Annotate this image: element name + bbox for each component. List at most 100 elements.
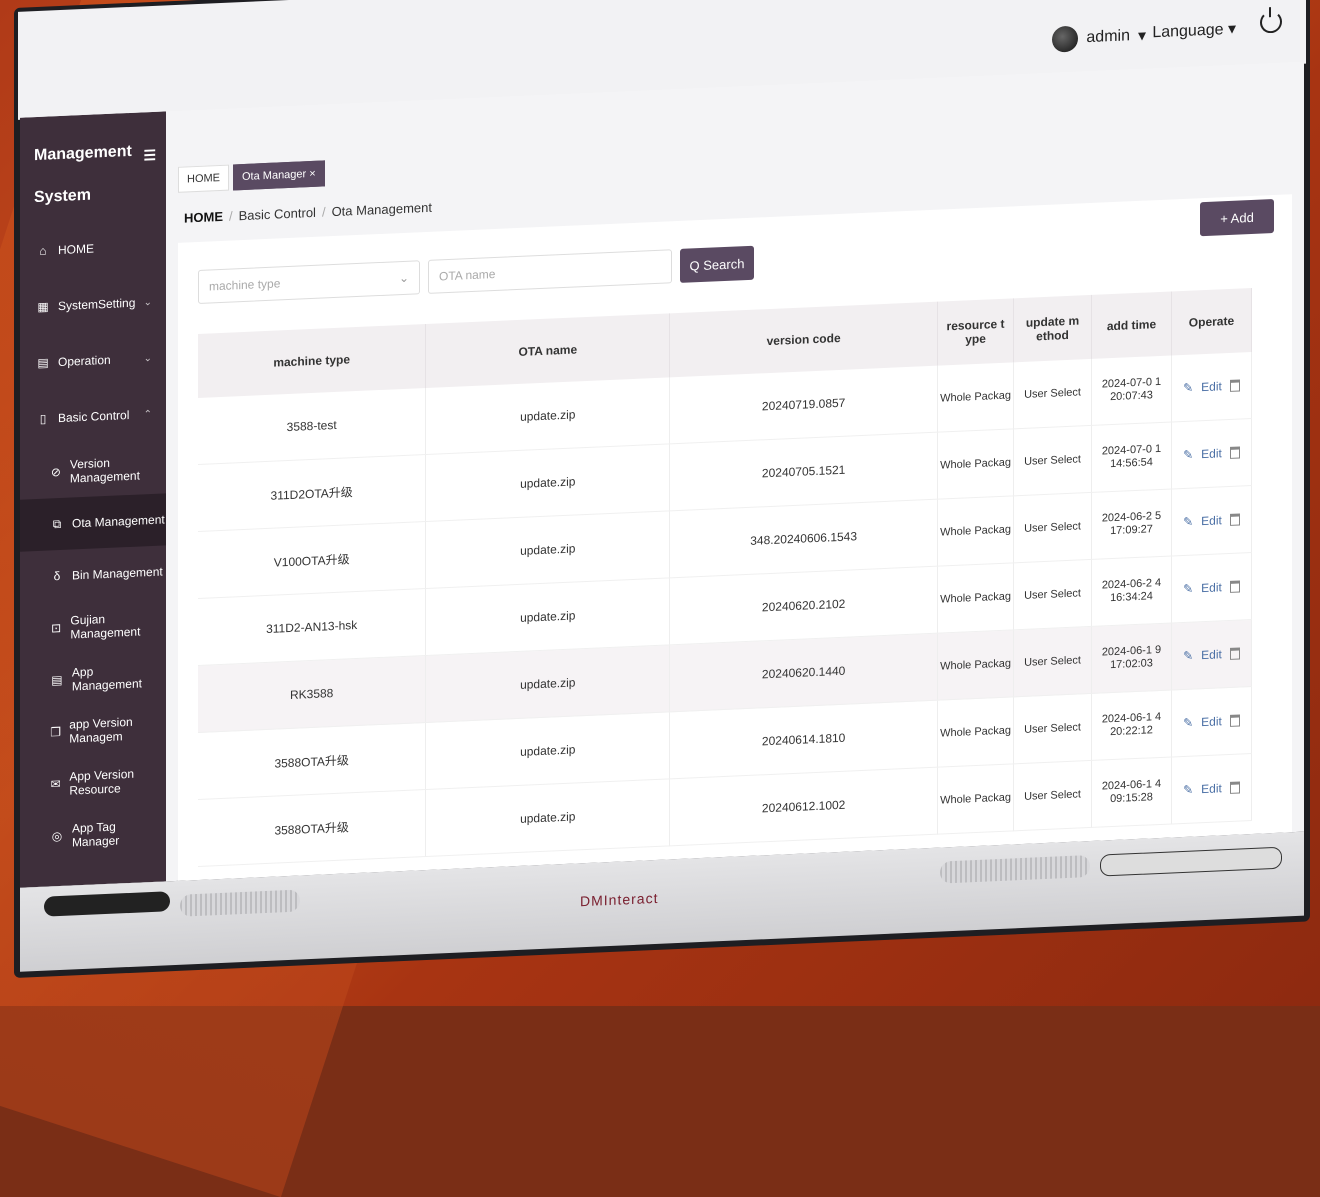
trash-icon[interactable] bbox=[1229, 513, 1240, 526]
tab-ota-manager[interactable]: Ota Manager × bbox=[233, 160, 325, 191]
col-resource-type[interactable]: resource t ype bbox=[937, 298, 1014, 366]
cell-version-code: 20240620.1440 bbox=[669, 633, 938, 712]
sidebar-item-app-version-resource[interactable]: ✉ App Version Resource bbox=[20, 753, 166, 811]
cell-operate: ✎ Edit bbox=[1171, 686, 1252, 757]
sidebar-item-label: Gujian Management bbox=[70, 612, 141, 642]
cell-update-method: User Select bbox=[1013, 559, 1092, 630]
edit-icon[interactable]: ✎ bbox=[1183, 381, 1193, 395]
col-version-code[interactable]: version code bbox=[669, 301, 938, 378]
trash-icon[interactable] bbox=[1229, 714, 1240, 727]
breadcrumb: HOME / Basic Control / Ota Management bbox=[184, 199, 433, 226]
power-icon[interactable] bbox=[1260, 10, 1282, 34]
edit-icon[interactable]: ✎ bbox=[1183, 582, 1193, 596]
cell-operate: ✎ Edit bbox=[1171, 418, 1252, 489]
chevron-up-icon: ⌃ bbox=[143, 408, 152, 420]
tab-home[interactable]: HOME bbox=[178, 164, 229, 193]
sidebar-item-gujian-management[interactable]: ⊡ Gujian Management bbox=[20, 597, 166, 655]
cell-operate: ✎ Edit bbox=[1171, 753, 1252, 824]
sidebar-item-app-tag-manager[interactable]: ◎ App Tag Manager bbox=[20, 805, 166, 863]
row-actions: ✎ Edit bbox=[1173, 445, 1250, 462]
phone-icon: ▯ bbox=[39, 411, 47, 426]
avatar bbox=[1052, 25, 1079, 53]
edit-button[interactable]: Edit bbox=[1201, 714, 1222, 729]
control-panel[interactable] bbox=[1100, 846, 1282, 877]
edit-icon[interactable]: ✎ bbox=[1183, 515, 1193, 529]
cell-ota-name: update.zip bbox=[425, 644, 670, 723]
user-name: admin bbox=[1086, 27, 1130, 47]
mail-icon: ✉ bbox=[50, 776, 61, 792]
cell-resource-type: Whole Packag bbox=[937, 362, 1014, 433]
cell-version-code: 20240612.1002 bbox=[669, 767, 938, 846]
cell-ota-name: update.zip bbox=[425, 510, 670, 589]
sidebar-item-label: SystemSetting bbox=[58, 295, 136, 314]
cell-update-method: User Select bbox=[1013, 358, 1092, 429]
app-title-line1: Management bbox=[34, 142, 132, 165]
edit-icon[interactable]: ✎ bbox=[1183, 649, 1193, 663]
cell-machine-type: 311D2OTA升级 bbox=[198, 454, 426, 532]
edit-button[interactable]: Edit bbox=[1201, 781, 1222, 796]
col-add-time[interactable]: add time bbox=[1091, 291, 1172, 359]
sidebar-item-label: HOME bbox=[58, 241, 94, 258]
col-update-method[interactable]: update m ethod bbox=[1013, 294, 1092, 363]
machine-type-select[interactable]: machine type ⌄ bbox=[198, 260, 420, 304]
brand-logo: DMInteract bbox=[580, 889, 659, 910]
sidebar-item-bin-management[interactable]: δ Bin Management bbox=[20, 545, 166, 603]
col-ota-name[interactable]: OTA name bbox=[425, 313, 670, 389]
edit-button[interactable]: Edit bbox=[1201, 379, 1222, 394]
cell-add-time: 2024-06-2 4 16:34:24 bbox=[1091, 555, 1172, 627]
cell-machine-type: V100OTA升级 bbox=[198, 521, 426, 599]
chevron-down-icon: ⌄ bbox=[143, 352, 152, 364]
sidebar-item-basic-control[interactable]: ▯ Basic Control ⌃ bbox=[20, 385, 166, 447]
trash-icon[interactable] bbox=[1229, 781, 1240, 794]
tag-icon: ◎ bbox=[51, 828, 63, 844]
language-menu[interactable]: Language ▾ bbox=[1152, 19, 1236, 43]
ota-name-input[interactable]: OTA name bbox=[428, 249, 672, 294]
lock-icon: ⊡ bbox=[51, 620, 62, 636]
sidebar-item-app-version-management[interactable]: ❐ app Version Managem bbox=[20, 701, 166, 759]
sidebar-item-systemsetting[interactable]: ▦ SystemSetting ⌄ bbox=[20, 273, 166, 335]
edit-button[interactable]: Edit bbox=[1201, 446, 1222, 461]
edit-button[interactable]: Edit bbox=[1201, 647, 1222, 662]
main-content: HOME Ota Manager × HOME / Basic Control / Ot… bbox=[170, 62, 1304, 882]
trash-icon[interactable] bbox=[1229, 580, 1240, 593]
cell-resource-type: Whole Packag bbox=[937, 696, 1014, 768]
ota-table: machine type OTA name version code resou… bbox=[198, 287, 1252, 867]
cell-version-code: 20240719.0857 bbox=[669, 365, 938, 444]
trash-icon[interactable] bbox=[1229, 446, 1240, 459]
language-label: Language bbox=[1152, 21, 1224, 42]
sidebar-item-label: Version Management bbox=[69, 455, 140, 486]
sidebar-item-version-management[interactable]: ⊘ Version Management bbox=[20, 441, 166, 499]
col-machine-type[interactable]: machine type bbox=[198, 324, 426, 398]
cell-ota-name: update.zip bbox=[425, 577, 670, 656]
add-button[interactable]: + Add bbox=[1200, 198, 1274, 237]
breadcrumb-home[interactable]: HOME bbox=[184, 209, 223, 226]
row-actions: ✎ Edit bbox=[1173, 713, 1250, 730]
edit-icon[interactable]: ✎ bbox=[1183, 448, 1193, 462]
cell-version-code: 20240620.2102 bbox=[669, 566, 938, 645]
sidebar-item-app-management[interactable]: ▤ App Management bbox=[20, 649, 166, 707]
search-button[interactable]: Q Search bbox=[680, 245, 754, 283]
col-operate: Operate bbox=[1171, 287, 1252, 356]
edit-button[interactable]: Edit bbox=[1201, 580, 1222, 595]
sidebar-item-ota-management[interactable]: ⧉ Ota Management bbox=[20, 493, 166, 552]
chevron-down-icon: ⌄ bbox=[398, 270, 409, 286]
cell-operate: ✎ Edit bbox=[1171, 485, 1252, 556]
home-icon: ⌂ bbox=[39, 243, 47, 258]
cell-ota-name: update.zip bbox=[425, 778, 670, 857]
sidebar-item-home[interactable]: ⌂ HOME bbox=[20, 217, 166, 279]
breadcrumb-page: Ota Management bbox=[331, 199, 433, 220]
sidebar-item-label: Ota Management bbox=[72, 512, 165, 531]
cell-ota-name: update.zip bbox=[425, 711, 670, 790]
cell-add-time: 2024-06-2 5 17:09:27 bbox=[1091, 488, 1172, 560]
trash-icon[interactable] bbox=[1229, 379, 1240, 392]
sidebar-item-operation[interactable]: ▤ Operation ⌄ bbox=[20, 329, 166, 391]
edit-icon[interactable]: ✎ bbox=[1183, 716, 1193, 730]
edit-button[interactable]: Edit bbox=[1201, 513, 1222, 528]
user-menu[interactable]: admin ▾ bbox=[1052, 23, 1146, 53]
edit-icon[interactable]: ✎ bbox=[1183, 783, 1193, 797]
menu-toggle-icon[interactable]: ☰ bbox=[143, 134, 156, 177]
cell-version-code: 348.20240606.1543 bbox=[669, 499, 938, 578]
cell-update-method: User Select bbox=[1013, 492, 1092, 563]
trash-icon[interactable] bbox=[1229, 647, 1240, 660]
breadcrumb-section: Basic Control bbox=[238, 204, 316, 224]
